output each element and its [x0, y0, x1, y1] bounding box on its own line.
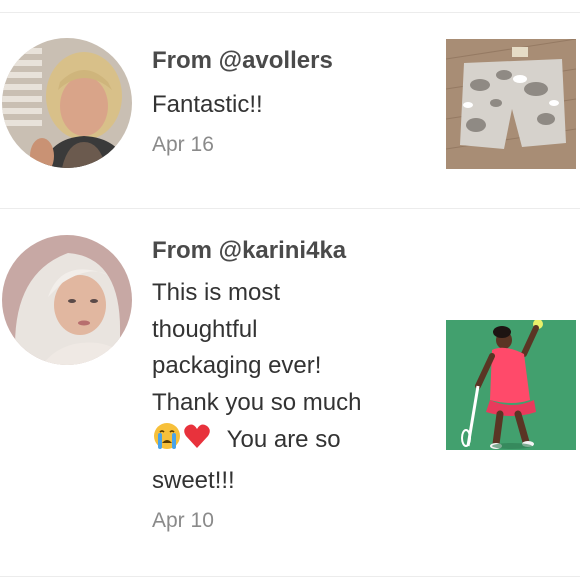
review-author[interactable]: From @avollers — [152, 46, 333, 76]
review-photo-thumbnail[interactable] — [446, 39, 576, 169]
reviewer-avatar[interactable] — [2, 38, 132, 168]
crying-face-emoji-icon — [152, 421, 182, 463]
tennis-player-photo-icon — [446, 320, 576, 450]
review-date: Apr 16 — [152, 132, 214, 156]
review-message-text: You are so — [226, 426, 341, 453]
divider — [0, 12, 580, 13]
review-text: From @avollers Fantastic!! Apr 16 — [152, 46, 333, 158]
review-photo-thumbnail[interactable] — [446, 320, 576, 450]
reviewer-avatar[interactable] — [2, 235, 132, 365]
review-feed: From @avollers Fantastic!! Apr 16 From @… — [0, 0, 580, 580]
review-message-line: Thank you so much — [152, 388, 362, 416]
divider — [0, 208, 580, 209]
review-message-line: sweet!!! — [152, 466, 235, 494]
divider — [0, 576, 580, 577]
review-message-line-with-emoji: You are so — [152, 421, 361, 463]
review-message-line: thoughtful — [152, 315, 258, 343]
review-message-line: Fantastic!! — [152, 91, 263, 118]
review-message-line: packaging ever! — [152, 352, 322, 379]
user-photo-avatar-icon — [2, 235, 132, 365]
review-date: Apr 10 — [152, 509, 214, 532]
red-heart-emoji-icon — [182, 421, 212, 463]
review-message-line: This is most — [152, 279, 281, 306]
review-author[interactable]: From @karini4ka — [152, 236, 361, 266]
camo-shorts-photo-icon — [446, 39, 576, 169]
review-text: From @karini4ka This is most thoughtful … — [152, 236, 361, 534]
user-photo-avatar-icon — [2, 38, 132, 168]
